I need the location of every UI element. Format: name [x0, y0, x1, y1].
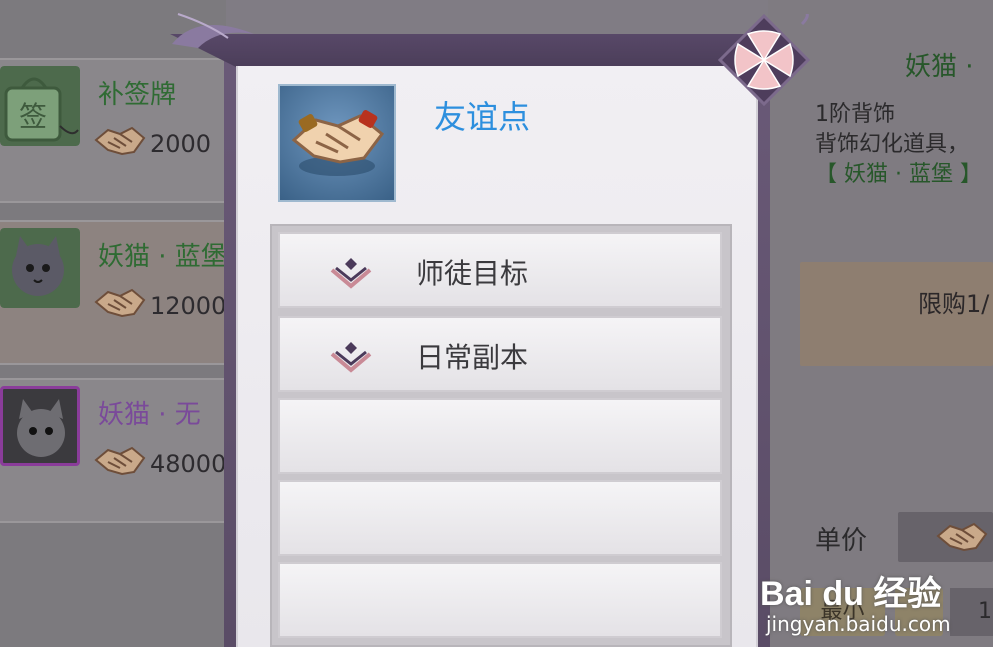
item-name: 补签牌: [98, 80, 177, 110]
detail-line: 背饰幻化道具，: [815, 132, 970, 157]
close-button[interactable]: [717, 10, 811, 107]
close-x-icon: [717, 10, 811, 107]
diamond-chevron-icon: [330, 342, 372, 373]
cat-pet-icon: [0, 228, 80, 308]
popup-topbar: [170, 34, 770, 70]
unit-price-label: 单价: [815, 526, 868, 556]
handshake-icon: [94, 284, 146, 320]
source-row-empty: [278, 480, 722, 556]
item-price: 12000: [150, 292, 227, 320]
source-row-empty: [278, 398, 722, 474]
detail-line: 1阶背饰: [815, 102, 895, 127]
shop-item-card[interactable]: 妖猫 · 无 48000: [0, 378, 236, 523]
detail-title: 妖猫 ·: [905, 52, 974, 82]
watermark-logo: Bai du 经验: [760, 575, 942, 613]
handshake-icon: [94, 442, 146, 478]
item-name: 妖猫 · 蓝堡: [98, 242, 227, 272]
item-price: 2000: [150, 130, 212, 158]
baidu-watermark: Bai du 经验 jingyan.baidu.com: [760, 566, 990, 642]
source-row-label: 日常副本: [416, 341, 529, 374]
handshake-icon: [936, 522, 988, 552]
feather-ornament-icon: [172, 13, 254, 48]
handshake-icon: [94, 122, 146, 158]
popup-title: 友谊点: [434, 98, 531, 136]
unit-price-box: [898, 512, 993, 562]
handshake-icon: [278, 84, 396, 202]
shop-item-card[interactable]: 妖猫 · 蓝堡 12000: [0, 220, 236, 365]
diamond-chevron-icon: [330, 258, 372, 289]
source-row-daily-dungeon[interactable]: 日常副本: [278, 316, 722, 392]
purchase-limit: 限购1/: [918, 290, 990, 318]
item-name: 妖猫 · 无: [98, 400, 201, 430]
source-row-empty: [278, 562, 722, 638]
shop-item-card[interactable]: 签 补签牌 2000: [0, 58, 236, 203]
sign-card-icon: 签: [0, 66, 80, 146]
svg-text:签: 签: [19, 100, 47, 133]
cat-pet-icon: [0, 386, 80, 466]
source-row-mentor-goal[interactable]: 师徒目标: [278, 232, 722, 308]
watermark-url: jingyan.baidu.com: [766, 612, 951, 636]
source-row-label: 师徒目标: [416, 257, 529, 290]
detail-line: 【 妖猫 · 蓝堡 】: [815, 162, 982, 187]
item-price: 48000: [150, 450, 227, 478]
